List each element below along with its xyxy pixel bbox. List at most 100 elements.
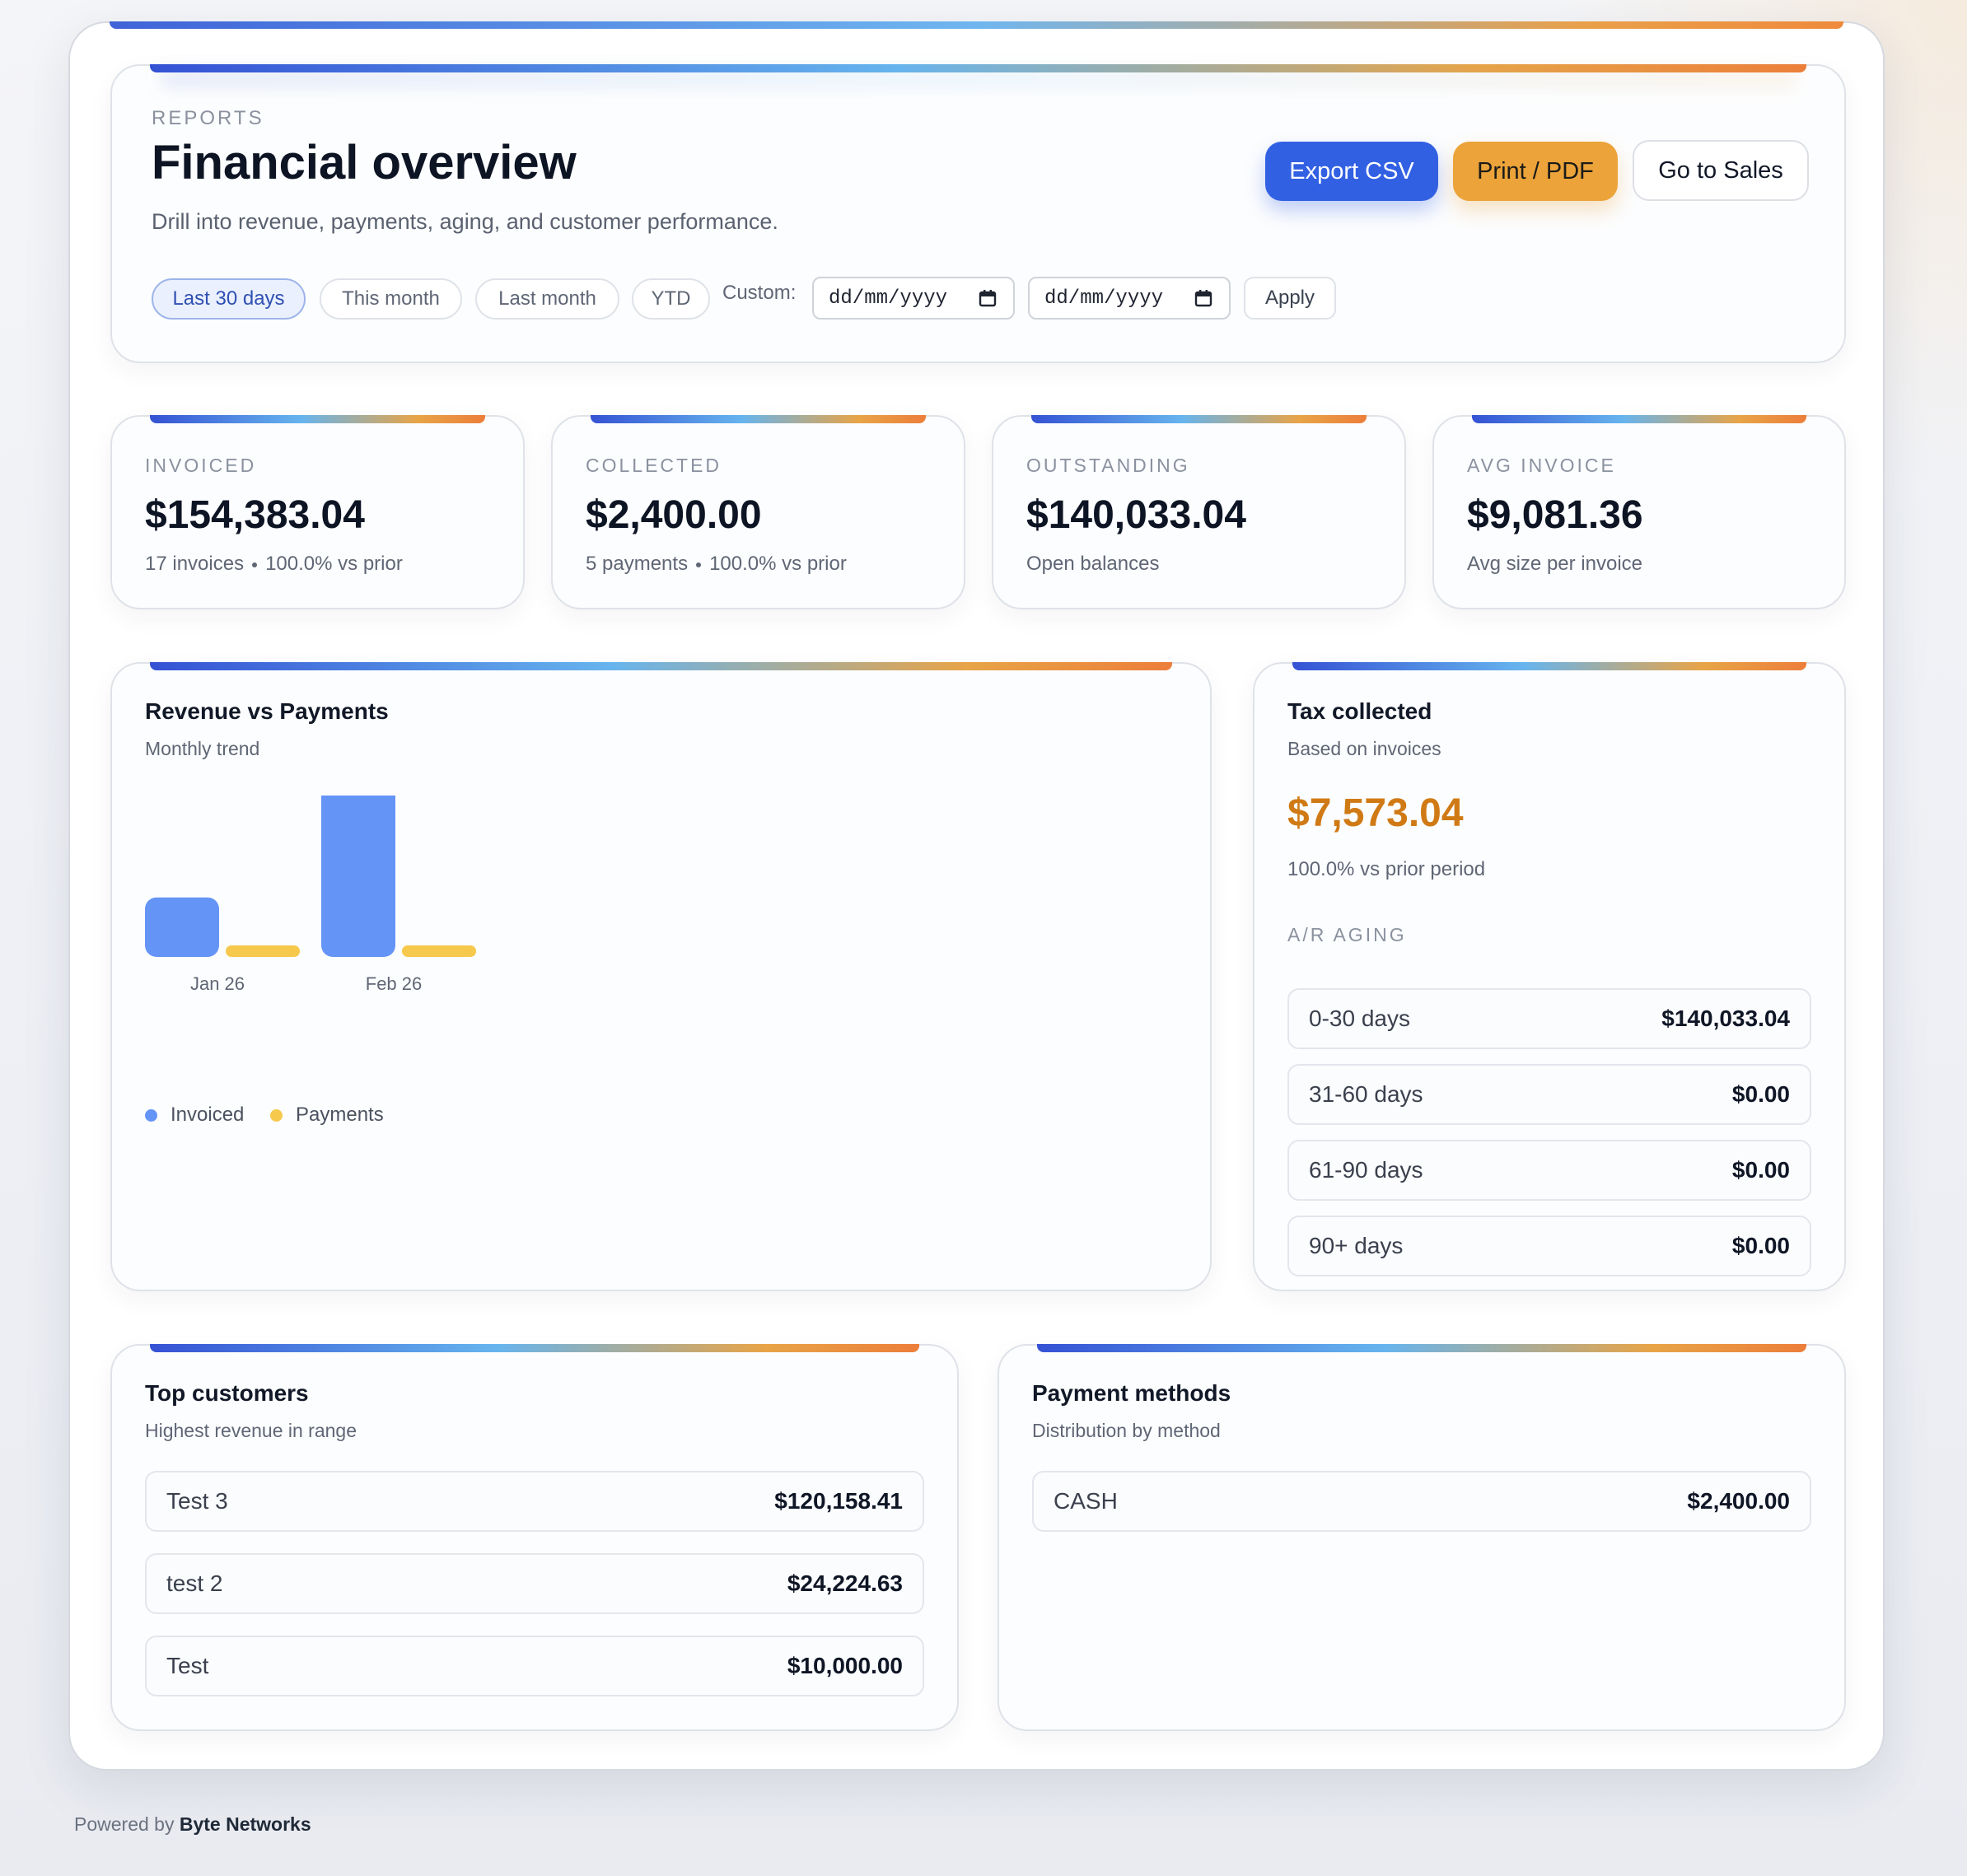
calendar-icon[interactable] [1194, 289, 1212, 307]
panel-title: Payment methods [1032, 1380, 1231, 1406]
aging-row: 0-30 days $140,033.04 [1287, 988, 1811, 1049]
bar-payments-jan-26 [226, 945, 300, 957]
kpi-accent-bar [1472, 415, 1806, 423]
kpi-value: $2,400.00 [586, 493, 762, 537]
print-pdf-button[interactable]: Print / PDF [1453, 142, 1618, 201]
page-title: Financial overview [152, 136, 577, 189]
page-eyebrow: REPORTS [152, 107, 264, 129]
range-chip-ytd[interactable]: YTD [632, 278, 710, 320]
panel-title: Revenue vs Payments [145, 698, 389, 724]
kpi-meta: Avg size per invoice [1467, 553, 1642, 575]
panel-accent-bar [150, 662, 1172, 670]
header-accent-glow [161, 71, 1795, 87]
aging-bucket: 31-60 days [1309, 1081, 1423, 1107]
kpi-card-outstanding: OUTSTANDING $140,033.04 Open balances [992, 415, 1406, 609]
customer-revenue: $10,000.00 [787, 1653, 903, 1678]
date-to-input[interactable]: dd/mm/yyyy [1028, 277, 1231, 320]
kpi-card-collected: COLLECTED $2,400.00 5 payments 100.0% vs … [551, 415, 965, 609]
export-csv-button[interactable]: Export CSV [1265, 142, 1438, 201]
app-shell: REPORTS Financial overview Drill into re… [68, 21, 1885, 1771]
go-to-sales-button[interactable]: Go to Sales [1633, 140, 1809, 201]
customer-name: Test [166, 1653, 209, 1678]
separator-dot [696, 562, 702, 567]
panel-accent-bar [1037, 1344, 1806, 1352]
footer-brand: Byte Networks [179, 1813, 311, 1835]
panel-accent-bar [150, 1344, 919, 1352]
date-from-placeholder: dd/mm/yyyy [829, 287, 948, 310]
aging-row: 90+ days $0.00 [1287, 1216, 1811, 1276]
aging-bucket: 61-90 days [1309, 1157, 1423, 1183]
panel-subtitle: Monthly trend [145, 738, 260, 759]
kpi-meta-change: 100.0% vs prior [709, 553, 847, 575]
payment-methods-panel: Payment methods Distribution by method C… [998, 1344, 1846, 1731]
kpi-accent-bar [591, 415, 926, 423]
panel-accent-bar [1292, 662, 1806, 670]
customer-row[interactable]: test 2 $24,224.63 [145, 1553, 924, 1614]
top-customers-panel: Top customers Highest revenue in range T… [110, 1344, 959, 1731]
aging-amount: $0.00 [1731, 1157, 1790, 1183]
customer-revenue: $120,158.41 [774, 1488, 903, 1514]
customer-name: Test 3 [166, 1488, 228, 1514]
tax-panel: Tax collected Based on invoices $7,573.0… [1253, 662, 1846, 1291]
kpi-meta-change: 100.0% vs prior [265, 553, 403, 575]
aging-bucket: 0-30 days [1309, 1006, 1410, 1031]
aging-bucket: 90+ days [1309, 1233, 1404, 1258]
header-card: REPORTS Financial overview Drill into re… [110, 64, 1846, 363]
bar-invoiced-feb-26 [321, 796, 395, 957]
kpi-label: OUTSTANDING [1026, 455, 1190, 476]
kpi-meta: Open balances [1026, 553, 1160, 575]
kpi-meta: 17 invoices 100.0% vs prior [145, 553, 403, 576]
aging-row: 61-90 days $0.00 [1287, 1140, 1811, 1201]
legend-label-payments: Payments [296, 1104, 384, 1126]
panel-title: Top customers [145, 1380, 309, 1406]
aging-amount: $0.00 [1731, 1081, 1790, 1107]
tax-value: $7,573.04 [1287, 791, 1464, 835]
aging-row: 31-60 days $0.00 [1287, 1064, 1811, 1125]
range-chip-last-30-days[interactable]: Last 30 days [152, 278, 306, 320]
page-subtitle: Drill into revenue, payments, aging, and… [152, 209, 778, 234]
aging-amount: $0.00 [1731, 1233, 1790, 1258]
payment-method-name: CASH [1054, 1488, 1118, 1514]
bar-invoiced-jan-26 [145, 897, 219, 957]
custom-range-label: Custom: [722, 282, 797, 304]
aging-label: A/R AGING [1287, 924, 1407, 945]
panel-subtitle: Highest revenue in range [145, 1420, 357, 1441]
legend-label-invoiced: Invoiced [171, 1104, 245, 1126]
customer-revenue: $24,224.63 [787, 1570, 903, 1596]
legend-dot-payments [270, 1108, 283, 1122]
legend-dot-invoiced [145, 1108, 157, 1122]
payment-method-row: CASH $2,400.00 [1032, 1471, 1811, 1532]
aging-amount: $140,033.04 [1661, 1006, 1790, 1031]
shell-accent-bar [110, 21, 1843, 29]
panel-subtitle: Based on invoices [1287, 738, 1441, 759]
kpi-label: COLLECTED [586, 455, 722, 476]
customer-name: test 2 [166, 1570, 223, 1596]
payment-method-amount: $2,400.00 [1687, 1488, 1790, 1514]
apply-range-button[interactable]: Apply [1244, 277, 1336, 320]
date-from-input[interactable]: dd/mm/yyyy [812, 277, 1015, 320]
kpi-value: $154,383.04 [145, 493, 365, 537]
calendar-icon[interactable] [979, 289, 997, 307]
kpi-card-avg-invoice: AVG INVOICE $9,081.36 Avg size per invoi… [1432, 415, 1846, 609]
revenue-chart-panel: Revenue vs Payments Monthly trend Jan 26… [110, 662, 1212, 1291]
panel-title: Tax collected [1287, 698, 1432, 724]
customer-row[interactable]: Test $10,000.00 [145, 1636, 924, 1696]
separator-dot [252, 562, 258, 567]
legend-payments: Payments [270, 1104, 384, 1127]
footer-prefix: Powered by [74, 1813, 175, 1835]
kpi-value: $9,081.36 [1467, 493, 1643, 537]
bar-payments-feb-26 [402, 945, 476, 957]
kpi-value: $140,033.04 [1026, 493, 1246, 537]
date-to-placeholder: dd/mm/yyyy [1044, 287, 1164, 310]
kpi-card-invoiced: INVOICED $154,383.04 17 invoices 100.0% v… [110, 415, 525, 609]
kpi-accent-bar [150, 415, 485, 423]
customer-row[interactable]: Test 3 $120,158.41 [145, 1471, 924, 1532]
x-tick-label: Jan 26 [190, 973, 245, 994]
panel-subtitle: Distribution by method [1032, 1420, 1221, 1441]
kpi-meta-count: 5 payments [586, 553, 689, 575]
range-chip-last-month[interactable]: Last month [475, 278, 619, 320]
kpi-label: INVOICED [145, 455, 257, 476]
kpi-accent-bar [1031, 415, 1367, 423]
range-chip-this-month[interactable]: This month [320, 278, 462, 320]
kpi-meta: 5 payments 100.0% vs prior [586, 553, 847, 576]
